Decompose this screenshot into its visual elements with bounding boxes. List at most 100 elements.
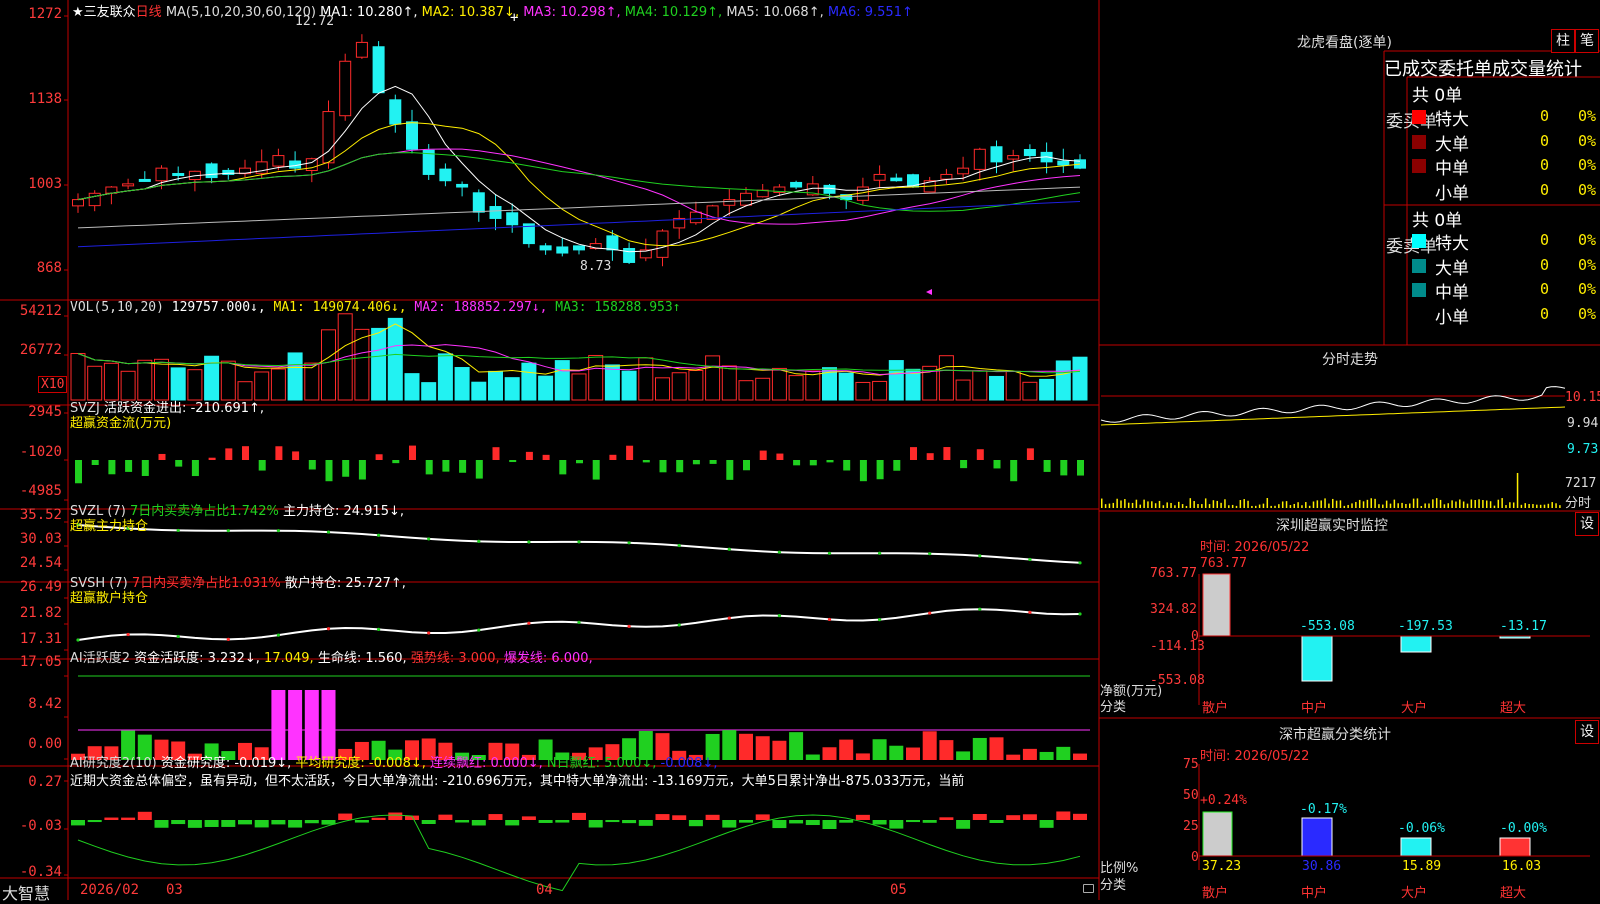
candle-body: [790, 181, 803, 188]
sh-dot: [427, 631, 431, 635]
sell-row-pct-1: 0%: [1578, 231, 1597, 249]
activity-bar: [922, 731, 937, 760]
zl-dot: [226, 529, 230, 533]
intraday-vol-bar: [1489, 501, 1492, 508]
candle-body: [890, 177, 903, 182]
svzl-net: 7日内买卖净占比1.742%: [129, 504, 279, 519]
intraday-vol-bar: [1332, 498, 1334, 508]
flow-bar: [893, 460, 901, 471]
vol-bar: [371, 327, 387, 401]
monitor-axis-label-2: 分类: [1100, 700, 1127, 715]
sh-dot: [126, 632, 130, 637]
flow-bar: [442, 460, 450, 472]
flow-bar: [559, 460, 567, 475]
intraday-vol-bar: [1281, 501, 1284, 508]
monitor-settings-button[interactable]: 设: [1575, 512, 1599, 536]
intraday-vol-bar: [1524, 503, 1526, 508]
flow-bar: [976, 449, 984, 460]
intraday-vol-bar: [1139, 504, 1141, 508]
intraday-vol-bar: [1204, 498, 1207, 508]
svsh-ytick-2: 21.82: [19, 605, 62, 621]
intraday-vol-bar: [1308, 505, 1311, 508]
vol-bar: [855, 381, 871, 401]
vol-bar: [270, 368, 286, 401]
intraday-vol-bar: [1497, 499, 1500, 508]
vol-bar: [1072, 356, 1088, 401]
intraday-vol-bar: [1470, 499, 1473, 508]
activity-bar: [1056, 746, 1071, 760]
buy-swatch-4: [1412, 184, 1426, 198]
zl-dot: [276, 529, 280, 533]
flow-bar: [475, 460, 483, 479]
sh-dot: [1028, 610, 1032, 614]
vol-bar: [571, 373, 587, 401]
intraday-vol-bar: [1462, 501, 1465, 508]
svzl-ytick-3: 24.54: [19, 555, 62, 571]
candle-body: [439, 168, 452, 182]
activity-bar: [1073, 753, 1087, 760]
flow-bar: [525, 451, 533, 460]
intraday-vol-bar: [1328, 503, 1330, 508]
low-label: 8.73: [580, 259, 612, 274]
xaxis-label-1: 2026/02: [80, 882, 140, 898]
research-bar: [622, 820, 637, 824]
vol-bar: [154, 358, 169, 401]
candle-body: [573, 245, 585, 251]
svsh-hold: 散户持仓: 25.727↑,: [284, 576, 406, 591]
buy-swatch-3: [1412, 159, 1426, 174]
class-y-1: 75: [1183, 757, 1199, 772]
bar-mode-button[interactable]: 柱: [1551, 29, 1575, 53]
vol-bar: [538, 375, 554, 401]
intraday-vol-bar: [1220, 502, 1222, 508]
intraday-vol-bar: [1428, 503, 1430, 508]
candle-body: [873, 173, 886, 181]
ma-params: MA(5,10,20,30,60,120): [165, 5, 316, 20]
ai2-a: 资金研究度: -0.019↓,: [160, 756, 292, 771]
research-bar: [638, 820, 653, 826]
monitor-cat-1: 散户: [1202, 701, 1229, 716]
vol-bar: [304, 362, 320, 401]
flow-bar: [308, 460, 316, 470]
flow-bar: [626, 445, 634, 460]
vol-unit: X10: [38, 376, 68, 393]
research-bar: [989, 820, 1004, 823]
vol-bar: [888, 360, 904, 401]
vol-value: 129757.000↓,: [171, 300, 266, 315]
research-bar: [1056, 811, 1071, 820]
class-settings-button[interactable]: 设: [1575, 720, 1599, 744]
sh-dot: [377, 627, 381, 631]
activity-bar: [822, 747, 837, 760]
research-bar: [605, 820, 620, 823]
zl-dot: [176, 528, 180, 533]
intraday-tick-3: 9.73: [1567, 442, 1599, 457]
candle-body: [88, 192, 101, 207]
vol-bar: [254, 371, 270, 401]
tick-mode-button[interactable]: 笔: [1575, 29, 1599, 53]
candle-body: [339, 60, 352, 117]
lock-icon[interactable]: [1083, 884, 1094, 893]
intraday-vol-bar: [1251, 505, 1253, 508]
research-bar: [154, 820, 169, 828]
zl-dot: [477, 539, 481, 543]
intraday-vol-bar: [1432, 499, 1434, 508]
ai2-summary: 近期大资金总体偏空，虽有异动，但不太活跃，今日大单净流出: -210.696万元…: [70, 774, 965, 789]
intraday-vol-bar: [1382, 504, 1384, 508]
intraday-vol-bar: [1197, 504, 1199, 508]
intraday-vol-bar: [1104, 504, 1107, 508]
stock-name[interactable]: ★三友联众: [72, 5, 136, 20]
candle-body: [122, 183, 135, 187]
intraday-vol-bar: [1147, 501, 1149, 508]
period-label[interactable]: 日线: [136, 5, 162, 20]
svsh-ytick-3: 17.31: [19, 631, 62, 647]
intraday-vol-bar: [1208, 504, 1211, 508]
zl-dot: [1078, 561, 1082, 565]
research-bar: [939, 817, 954, 820]
sh-dot: [677, 623, 681, 627]
buy-row-pct-2: 0%: [1578, 131, 1597, 150]
vol-ma3: MA3: 158288.953↑: [555, 300, 681, 315]
flow-bar: [1077, 460, 1084, 476]
intraday-vol-bar: [1301, 505, 1303, 508]
activity-bar: [906, 747, 920, 760]
intraday-vol-bar: [1258, 504, 1261, 508]
flow-bar: [358, 460, 366, 480]
